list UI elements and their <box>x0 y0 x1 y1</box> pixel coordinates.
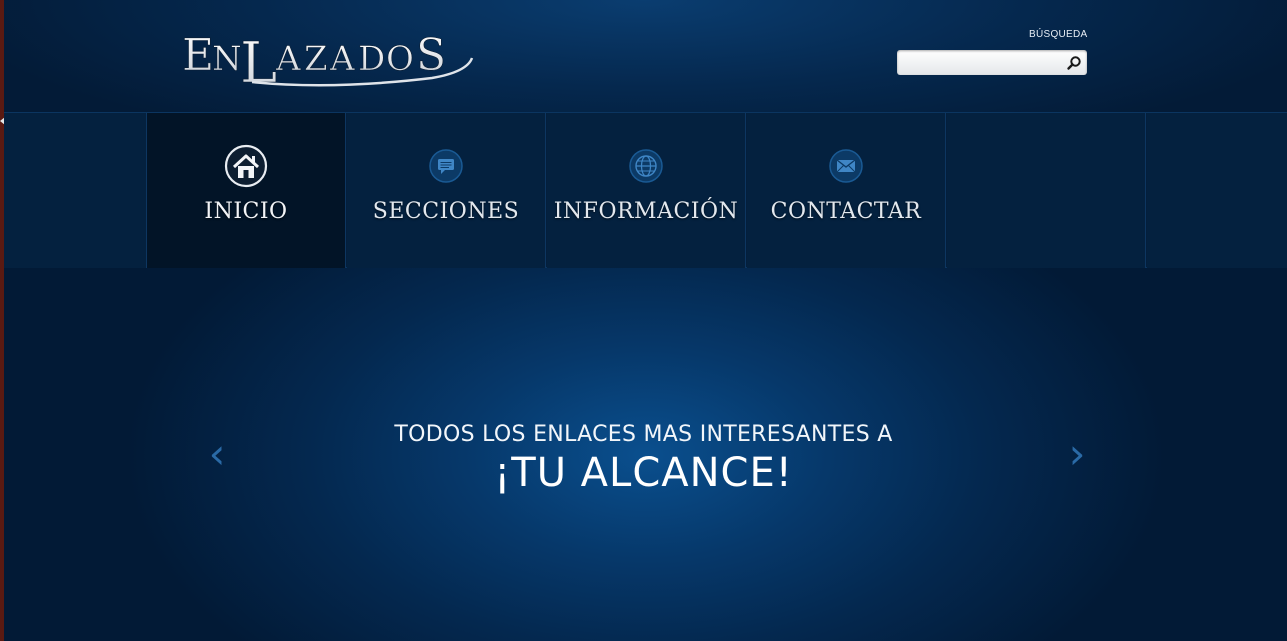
nav-item-secciones[interactable]: SECCIONES <box>347 113 546 268</box>
search-icon[interactable] <box>1066 55 1082 71</box>
search-label: BÚSQUEDA <box>1029 29 1088 40</box>
main-nav: INICIO SECCIONES INFORMACIÓN CONTACTAR <box>4 112 1287 268</box>
svg-text:D: D <box>358 39 385 79</box>
slider-prev-button[interactable]: ‹ <box>202 432 232 476</box>
svg-text:L: L <box>240 31 277 88</box>
nav-item-empty <box>947 113 1146 268</box>
envelope-icon <box>829 149 863 183</box>
home-icon <box>224 144 268 188</box>
svg-text:S: S <box>416 30 446 81</box>
globe-icon <box>629 149 663 183</box>
chat-bubble-icon <box>429 149 463 183</box>
search-box[interactable] <box>897 50 1087 75</box>
nav-item-contactar[interactable]: CONTACTAR <box>747 113 946 268</box>
svg-text:E: E <box>182 30 214 81</box>
nav-item-label: INICIO <box>204 199 288 224</box>
nav-item-label: INFORMACIÓN <box>553 199 739 224</box>
search-input[interactable] <box>901 53 1061 74</box>
nav-item-label: CONTACTAR <box>770 199 922 224</box>
svg-text:O: O <box>386 39 414 79</box>
svg-text:A: A <box>329 39 355 79</box>
slide-title: ¡TU ALCANCE! <box>494 450 793 496</box>
nav-item-informacion[interactable]: INFORMACIÓN <box>547 113 746 268</box>
nav-filler <box>1147 113 1287 268</box>
svg-text:Z: Z <box>304 39 328 79</box>
slide-headline: TODOS LOS ENLACES MAS INTERESANTES A <box>394 422 893 447</box>
svg-text:A: A <box>275 39 301 79</box>
page: E N L A Z A D O S BÚSQUEDA INICIO SECCIO… <box>0 0 1287 641</box>
header: E N L A Z A D O S BÚSQUEDA <box>4 0 1287 112</box>
nav-item-label: SECCIONES <box>372 199 520 224</box>
svg-text:N: N <box>212 39 242 79</box>
logo[interactable]: E N L A Z A D O S <box>182 28 477 88</box>
slider-next-button[interactable]: › <box>1062 432 1092 476</box>
nav-item-inicio[interactable]: INICIO <box>147 113 346 268</box>
nav-filler-left <box>4 113 147 268</box>
